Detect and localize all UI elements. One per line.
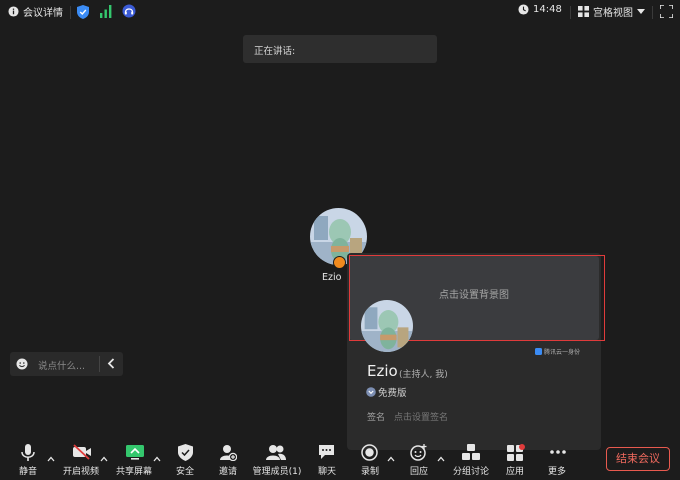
smile-icon[interactable] — [16, 358, 28, 370]
invite-button[interactable]: 邀请 — [219, 464, 237, 477]
chevron-up-icon[interactable] — [387, 456, 395, 462]
breakout-rooms-icon[interactable] — [462, 444, 480, 461]
brand-logo-icon — [535, 348, 542, 355]
invite-user-icon[interactable] — [220, 444, 237, 461]
headset-icon[interactable] — [122, 4, 136, 18]
grid-icon — [578, 6, 589, 17]
chevron-down-circle-icon — [366, 387, 376, 397]
view-mode-label: 宫格视图 — [593, 8, 633, 19]
chat-button[interactable]: 聊天 — [318, 464, 336, 477]
signal-icon[interactable] — [100, 5, 112, 18]
end-meeting-button[interactable]: 结束会议 — [606, 447, 670, 471]
chevron-up-icon[interactable] — [153, 456, 161, 462]
brand-tag: 腾讯云一身份 — [535, 347, 580, 356]
chat-input[interactable]: 说点什么... — [10, 352, 123, 376]
top-bar: 会议详情 14:48 宫格视图 — [0, 0, 680, 26]
divider — [99, 356, 100, 372]
reaction-emoji-icon[interactable] — [410, 444, 427, 461]
profile-name: Ezio — [367, 362, 398, 380]
apps-grid-icon[interactable] — [507, 444, 525, 461]
chevron-left-icon[interactable] — [107, 358, 115, 369]
security-shield-icon[interactable] — [178, 444, 193, 461]
microphone-icon[interactable] — [20, 444, 36, 462]
members-button[interactable]: 管理成员(1) — [253, 464, 302, 477]
signature-label: 签名 — [367, 413, 386, 423]
host-badge-icon — [333, 256, 346, 269]
video-button[interactable]: 开启视频 — [63, 464, 99, 477]
meeting-info-button[interactable]: 会议详情 — [8, 4, 63, 19]
plan-label: 免费版 — [378, 388, 407, 399]
profile-role: (主持人, 我) — [399, 370, 448, 380]
divider — [70, 6, 71, 19]
breakout-button[interactable]: 分组讨论 — [453, 464, 489, 477]
security-button[interactable]: 安全 — [176, 464, 194, 477]
members-icon[interactable] — [266, 444, 286, 461]
reaction-button[interactable]: 回应 — [410, 464, 428, 477]
speaking-indicator: 正在讲话: — [243, 35, 437, 63]
apps-button[interactable]: 应用 — [506, 464, 524, 477]
participant-name: Ezio — [322, 272, 342, 283]
info-icon — [8, 6, 19, 17]
mute-button[interactable]: 静音 — [19, 464, 37, 477]
share-screen-icon[interactable] — [125, 444, 145, 460]
more-dots-icon[interactable] — [550, 444, 566, 460]
plan-badge[interactable]: 免费版 — [366, 385, 407, 399]
fullscreen-icon[interactable] — [660, 5, 673, 18]
record-icon[interactable] — [361, 444, 378, 461]
chat-bubble-icon[interactable] — [318, 444, 335, 460]
brand-label: 腾讯云一身份 — [544, 349, 581, 356]
meeting-time: 14:48 — [533, 4, 562, 15]
shield-icon[interactable] — [77, 5, 89, 19]
chevron-up-icon[interactable] — [47, 456, 55, 462]
chat-placeholder: 说点什么... — [38, 361, 86, 372]
divider — [570, 6, 571, 19]
meeting-info-label: 会议详情 — [23, 8, 63, 19]
more-button[interactable]: 更多 — [548, 464, 566, 477]
view-mode-dropdown[interactable]: 宫格视图 — [578, 4, 645, 19]
divider — [652, 6, 653, 19]
profile-avatar[interactable] — [361, 300, 413, 352]
record-button[interactable]: 录制 — [361, 464, 379, 477]
chevron-up-icon[interactable] — [437, 456, 445, 462]
meeting-clock: 14:48 — [518, 4, 562, 15]
signature-input[interactable]: 点击设置签名 — [394, 410, 448, 423]
chevron-down-icon — [637, 8, 645, 14]
speaking-label: 正在讲话: — [254, 46, 296, 57]
chevron-up-icon[interactable] — [100, 456, 108, 462]
share-button[interactable]: 共享屏幕 — [116, 464, 152, 477]
clock-icon — [518, 4, 529, 15]
video-off-icon[interactable] — [72, 444, 92, 460]
avatar-image — [361, 300, 413, 352]
